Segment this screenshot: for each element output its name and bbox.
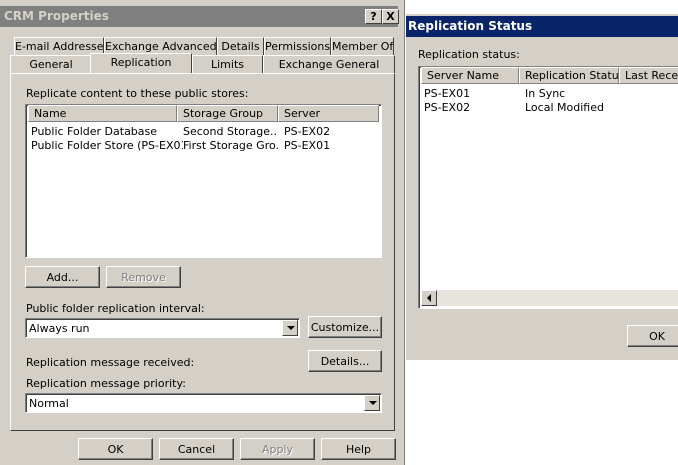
store-row-1-storage-group[interactable]: Second Storage... xyxy=(183,125,277,138)
status-row-2-status[interactable]: Local Modified xyxy=(525,101,604,114)
message-priority-label: Replication message priority: xyxy=(26,377,186,390)
scroll-left-icon[interactable] xyxy=(421,290,437,306)
message-received-label: Replication message received: xyxy=(26,356,195,369)
chevron-down-icon[interactable] xyxy=(282,320,298,336)
replication-interval-label: Public folder replication interval: xyxy=(26,302,205,315)
replicate-content-label: Replicate content to these public stores… xyxy=(26,87,249,100)
replication-status-label: Replication status: xyxy=(418,48,520,61)
customize-button[interactable]: Customize... xyxy=(308,316,382,338)
tab-details[interactable]: Details xyxy=(217,37,264,55)
store-row-1-name[interactable]: Public Folder Database xyxy=(31,125,175,138)
cancel-button[interactable]: Cancel xyxy=(159,438,234,460)
store-row-2-storage-group[interactable]: First Storage Gro... xyxy=(183,139,279,152)
column-header-name[interactable]: Name xyxy=(28,105,177,122)
replication-interval-select[interactable]: Always run xyxy=(25,318,300,338)
message-priority-value: Normal xyxy=(29,397,69,410)
message-priority-select[interactable]: Normal xyxy=(25,393,382,413)
close-button[interactable]: X xyxy=(382,9,399,24)
tab-member-of[interactable]: Member Of xyxy=(331,37,394,55)
crm-properties-dialog: CRM Properties ? X E-mail Addresses Exch… xyxy=(0,0,405,465)
tab-limits[interactable]: Limits xyxy=(192,55,263,73)
column-header-server-name[interactable]: Server Name xyxy=(421,67,519,84)
tab-permissions[interactable]: Permissions xyxy=(264,37,331,55)
public-stores-list[interactable]: Name Storage Group Server Public Folder … xyxy=(25,104,382,258)
horizontal-scrollbar[interactable] xyxy=(421,290,678,306)
help-button[interactable]: Help xyxy=(321,438,396,460)
details-button[interactable]: Details... xyxy=(308,350,382,372)
crm-title-bar[interactable]: CRM Properties xyxy=(0,6,398,27)
column-header-replication-status[interactable]: Replication Status xyxy=(519,67,619,84)
column-header-storage-group[interactable]: Storage Group xyxy=(177,105,278,122)
replication-status-title-bar[interactable]: Replication Status xyxy=(406,16,678,37)
status-row-2-server[interactable]: PS-EX02 xyxy=(424,101,470,114)
crm-title-text: CRM Properties xyxy=(4,9,109,23)
replication-interval-value: Always run xyxy=(29,322,90,335)
ok-button[interactable]: OK xyxy=(78,438,153,460)
add-button[interactable]: Add... xyxy=(25,266,100,288)
remove-button[interactable]: Remove xyxy=(106,266,181,288)
store-row-2-name[interactable]: Public Folder Store (PS-EX01) xyxy=(31,139,183,152)
column-header-last-received[interactable]: Last Recei xyxy=(619,67,678,84)
apply-button[interactable]: Apply xyxy=(240,438,315,460)
status-ok-button[interactable]: OK xyxy=(627,325,678,347)
help-question-button[interactable]: ? xyxy=(365,9,382,24)
status-row-1-status[interactable]: In Sync xyxy=(525,87,565,100)
replication-status-title-text: Replication Status xyxy=(408,19,533,33)
column-header-server[interactable]: Server xyxy=(278,105,379,122)
tab-replication[interactable]: Replication xyxy=(90,53,192,73)
status-row-1-server[interactable]: PS-EX01 xyxy=(424,87,470,100)
chevron-down-icon[interactable] xyxy=(364,395,380,411)
replication-status-dialog: Replication Status Replication status: S… xyxy=(405,14,678,360)
tab-general[interactable]: General xyxy=(10,55,92,73)
replication-status-list[interactable]: Server Name Replication Status Last Rece… xyxy=(418,66,678,309)
store-row-2-server[interactable]: PS-EX01 xyxy=(284,139,374,152)
tab-exchange-general[interactable]: Exchange General xyxy=(263,55,395,73)
store-row-1-server[interactable]: PS-EX02 xyxy=(284,125,374,138)
